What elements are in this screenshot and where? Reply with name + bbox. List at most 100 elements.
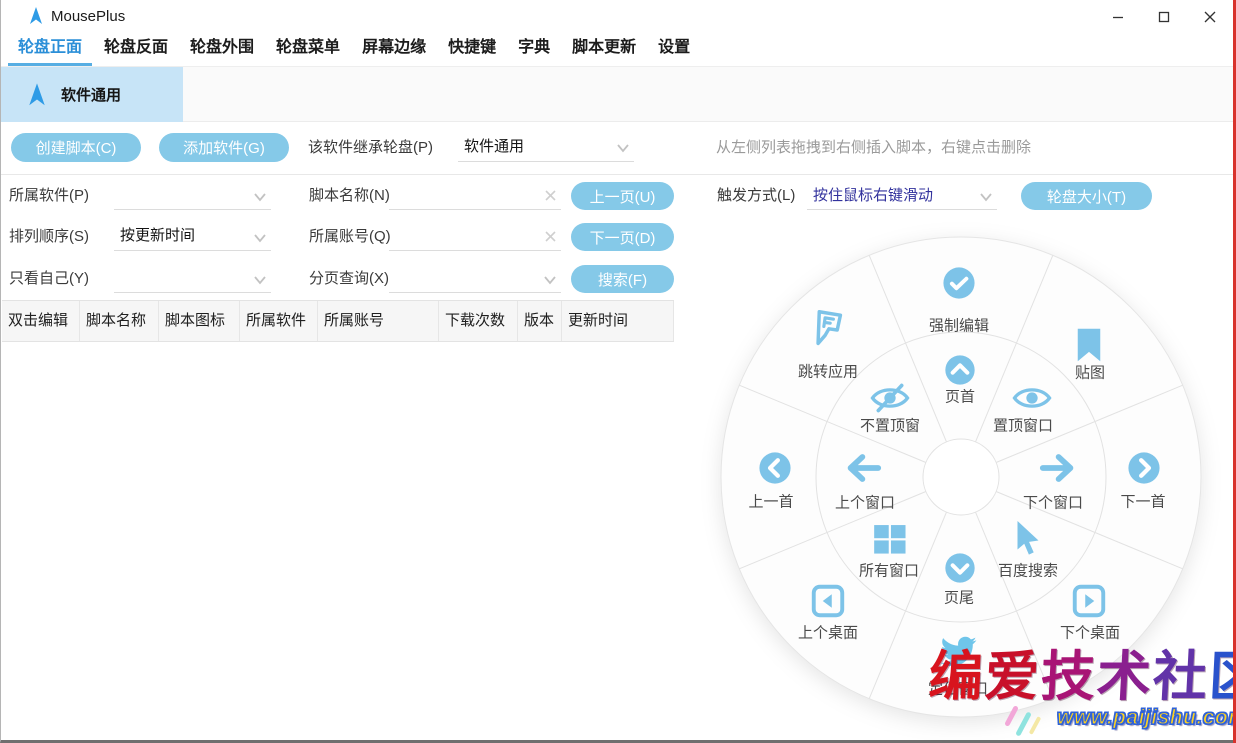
- wheel-label-prev-song: 上一首: [748, 491, 793, 512]
- tab-wheel-back[interactable]: 轮盘反面: [93, 34, 179, 65]
- add-software-button[interactable]: 添加软件(G): [159, 133, 289, 162]
- wheel-size-button[interactable]: 轮盘大小(T): [1021, 182, 1152, 210]
- col-script-name: 脚本名称: [80, 301, 159, 341]
- wheel-item-prev-song[interactable]: [758, 451, 792, 485]
- script-name-label: 脚本名称(N): [309, 182, 390, 210]
- search-button[interactable]: 搜索(F): [571, 265, 674, 293]
- tab-wheel-outer[interactable]: 轮盘外围: [179, 34, 265, 65]
- clear-icon[interactable]: [544, 230, 557, 243]
- wheel-item-prev-desktop[interactable]: [810, 583, 846, 619]
- minimize-button[interactable]: [1095, 0, 1141, 33]
- owner-account-label: 所属账号(Q): [309, 223, 391, 251]
- wheel-label-all-windows: 所有窗口: [859, 560, 919, 581]
- wheel-item-prev-window[interactable]: [845, 449, 883, 487]
- wheel-item-all-windows[interactable]: [871, 520, 909, 558]
- script-table-header: 双击编辑 脚本名称 脚本图标 所属软件 所属账号 下载次数 版本 更新时间: [2, 300, 674, 342]
- col-update-time: 更新时间: [562, 301, 674, 341]
- maximize-icon: [1158, 11, 1170, 23]
- eye-icon: [1012, 384, 1052, 412]
- chevron-left-circle-icon: [758, 451, 792, 485]
- col-script-icon: 脚本图标: [159, 301, 240, 341]
- watermark-url: www.paijishu.com: [1057, 706, 1236, 730]
- col-double-click-edit: 双击编辑: [2, 301, 80, 341]
- arrow-left-icon: [845, 449, 883, 487]
- eye-off-icon: [870, 383, 910, 413]
- owner-software-label: 所属软件(P): [9, 182, 89, 210]
- only-mine-select[interactable]: [114, 265, 271, 293]
- drag-hint-text: 从左侧列表拖拽到右侧插入脚本，右键点击删除: [716, 122, 1031, 174]
- wheel-item-not-topmost[interactable]: [870, 383, 910, 413]
- col-version: 版本: [518, 301, 562, 341]
- inherit-wheel-select[interactable]: 软件通用: [458, 133, 634, 162]
- wheel-item-force-edit[interactable]: [942, 266, 976, 300]
- sort-order-value: 按更新时间: [114, 223, 271, 249]
- software-tab-general[interactable]: 软件通用: [1, 67, 183, 122]
- wheel-item-baidu-search[interactable]: [1007, 519, 1043, 559]
- col-download-count: 下载次数: [439, 301, 518, 341]
- watermark-char: 术: [1095, 648, 1154, 706]
- tab-hotkeys[interactable]: 快捷键: [437, 34, 507, 65]
- sort-order-select[interactable]: 按更新时间: [114, 223, 271, 251]
- page-query-select[interactable]: [389, 265, 561, 293]
- wheel-item-next-window[interactable]: [1038, 449, 1076, 487]
- wheel-item-next-desktop[interactable]: [1071, 583, 1107, 619]
- app-flag-icon: [807, 307, 849, 352]
- owner-account-input[interactable]: [389, 223, 561, 251]
- wheel-label-page-top: 页首: [945, 386, 975, 407]
- tab-wheel-menu[interactable]: 轮盘菜单: [265, 34, 351, 65]
- wheel-label-next-song: 下一首: [1120, 491, 1165, 512]
- next-page-button[interactable]: 下一页(D): [571, 223, 674, 251]
- only-mine-label: 只看自己(Y): [9, 265, 89, 293]
- inherit-wheel-value: 软件通用: [458, 133, 634, 160]
- wheel-label-next-window: 下个窗口: [1023, 492, 1083, 513]
- watermark-char: 技: [1039, 648, 1098, 706]
- prev-desktop-icon: [810, 583, 846, 619]
- wheel-label-not-topmost: 不置顶窗: [860, 415, 920, 436]
- tab-settings[interactable]: 设置: [647, 34, 701, 65]
- watermark-char: 区: [1207, 648, 1236, 706]
- close-button[interactable]: [1187, 0, 1233, 33]
- col-owner-software: 所属软件: [240, 301, 318, 341]
- wheel-label-next-desktop: 下个桌面: [1060, 622, 1120, 643]
- wheel-label-topmost-window: 置顶窗口: [993, 415, 1053, 436]
- software-tab-label: 软件通用: [61, 84, 121, 105]
- tab-dictionary[interactable]: 字典: [507, 34, 561, 65]
- next-desktop-icon: [1071, 583, 1107, 619]
- tab-screen-edge[interactable]: 屏幕边缘: [351, 34, 437, 65]
- watermark-char: 社: [1151, 648, 1210, 706]
- prev-page-button[interactable]: 上一页(U): [571, 182, 674, 210]
- check-circle-icon: [942, 266, 976, 300]
- script-name-input[interactable]: [389, 182, 561, 210]
- watermark-char: 编: [927, 648, 986, 706]
- inherit-wheel-label: 该软件继承轮盘(P): [308, 122, 433, 174]
- wheel-item-next-song[interactable]: [1127, 451, 1161, 485]
- clear-icon[interactable]: [544, 189, 557, 202]
- tab-script-update[interactable]: 脚本更新: [561, 34, 647, 65]
- wheel-label-prev-window: 上个窗口: [835, 492, 895, 513]
- chevron-down-icon: [616, 141, 630, 155]
- wheel-label-jump-app: 跳转应用: [798, 361, 858, 382]
- maximize-button[interactable]: [1141, 0, 1187, 33]
- minimize-icon: [1112, 11, 1124, 23]
- watermark-char: 爱: [983, 648, 1042, 706]
- trigger-mode-label: 触发方式(L): [717, 182, 795, 210]
- wheel-item-paste-image[interactable]: [1074, 327, 1104, 363]
- mouseplus-arrow-icon: [28, 83, 46, 107]
- watermark-title: 编 爱 技 术 社 区: [927, 648, 1236, 706]
- wheel-item-page-top[interactable]: [944, 354, 976, 386]
- bookmark-icon: [1074, 327, 1104, 363]
- chevron-down-icon: [543, 273, 557, 287]
- page-query-label: 分页查询(X): [309, 265, 389, 293]
- tab-wheel-front[interactable]: 轮盘正面: [7, 34, 93, 65]
- wheel-label-prev-desktop: 上个桌面: [798, 622, 858, 643]
- toolbar: 创建脚本(C) 添加软件(G) 该软件继承轮盘(P) 软件通用 从左侧列表拖拽到…: [1, 122, 1236, 175]
- wheel-item-topmost-window[interactable]: [1012, 384, 1052, 412]
- close-icon: [1204, 11, 1216, 23]
- trigger-mode-select[interactable]: 按住鼠标右键滑动: [807, 182, 997, 210]
- wheel-item-jump-app[interactable]: [809, 309, 847, 351]
- owner-software-select[interactable]: [114, 182, 271, 210]
- window-titlebar: MousePlus: [1, 0, 1236, 33]
- wheel-item-page-bottom[interactable]: [944, 552, 976, 584]
- create-script-button[interactable]: 创建脚本(C): [11, 133, 141, 162]
- sort-order-label: 排列顺序(S): [9, 223, 89, 251]
